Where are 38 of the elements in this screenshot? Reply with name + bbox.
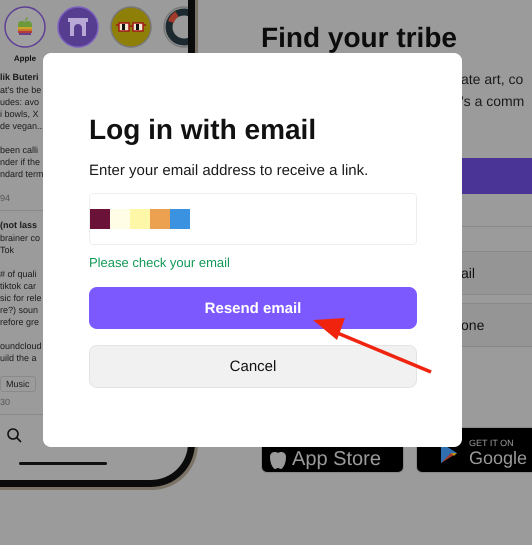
post-text: tiktok car [0,280,36,292]
post-text: sic for rele [0,292,42,304]
email-field[interactable] [89,193,417,245]
post-count: 30 [0,396,12,408]
post-text: udes: avo [0,96,40,108]
dialog-title: Log in with email [89,113,318,147]
post-author: (not lass [0,219,38,231]
tag-chip[interactable]: Music [0,376,36,392]
page-title: Find your tribe [261,22,458,54]
badge-caption: GET IT ON [469,438,515,448]
apple-logo-icon [270,452,286,469]
post-text: re?) soun [0,304,38,316]
post-text: ndard term [0,168,44,180]
cancel-button[interactable]: Cancel [89,345,417,388]
post-count: 94 [0,192,12,204]
apple-logo-icon[interactable] [4,6,46,48]
post-text: nder if the [0,156,40,168]
resend-button[interactable]: Resend email [89,287,417,329]
post-text: Tok [0,244,14,256]
arch-icon[interactable] [57,6,99,48]
post-text: been calli [0,144,38,156]
post-text: brainer co [0,232,40,244]
dialog-subtitle: Enter your email address to receive a link. [89,161,370,181]
intro-text: 's a comm [461,92,526,111]
glasses-icon[interactable] [110,6,152,48]
post-author: lik Buteri [0,71,40,83]
search-icon[interactable] [6,427,22,443]
app-label: Apple [14,54,36,63]
status-message: Please check your email [89,255,231,270]
post-text: uild the a [0,352,37,364]
intro-text: ate art, co [461,70,524,89]
post-text: at's the be [0,84,42,96]
post-text: refore gre [0,316,40,328]
post-text: de vegan... [0,120,45,132]
badge-title: Google [469,448,528,468]
post-text: # of quali [0,268,37,280]
post-text: oundcloud [0,340,42,352]
post-text: i bowls, X [0,108,39,120]
